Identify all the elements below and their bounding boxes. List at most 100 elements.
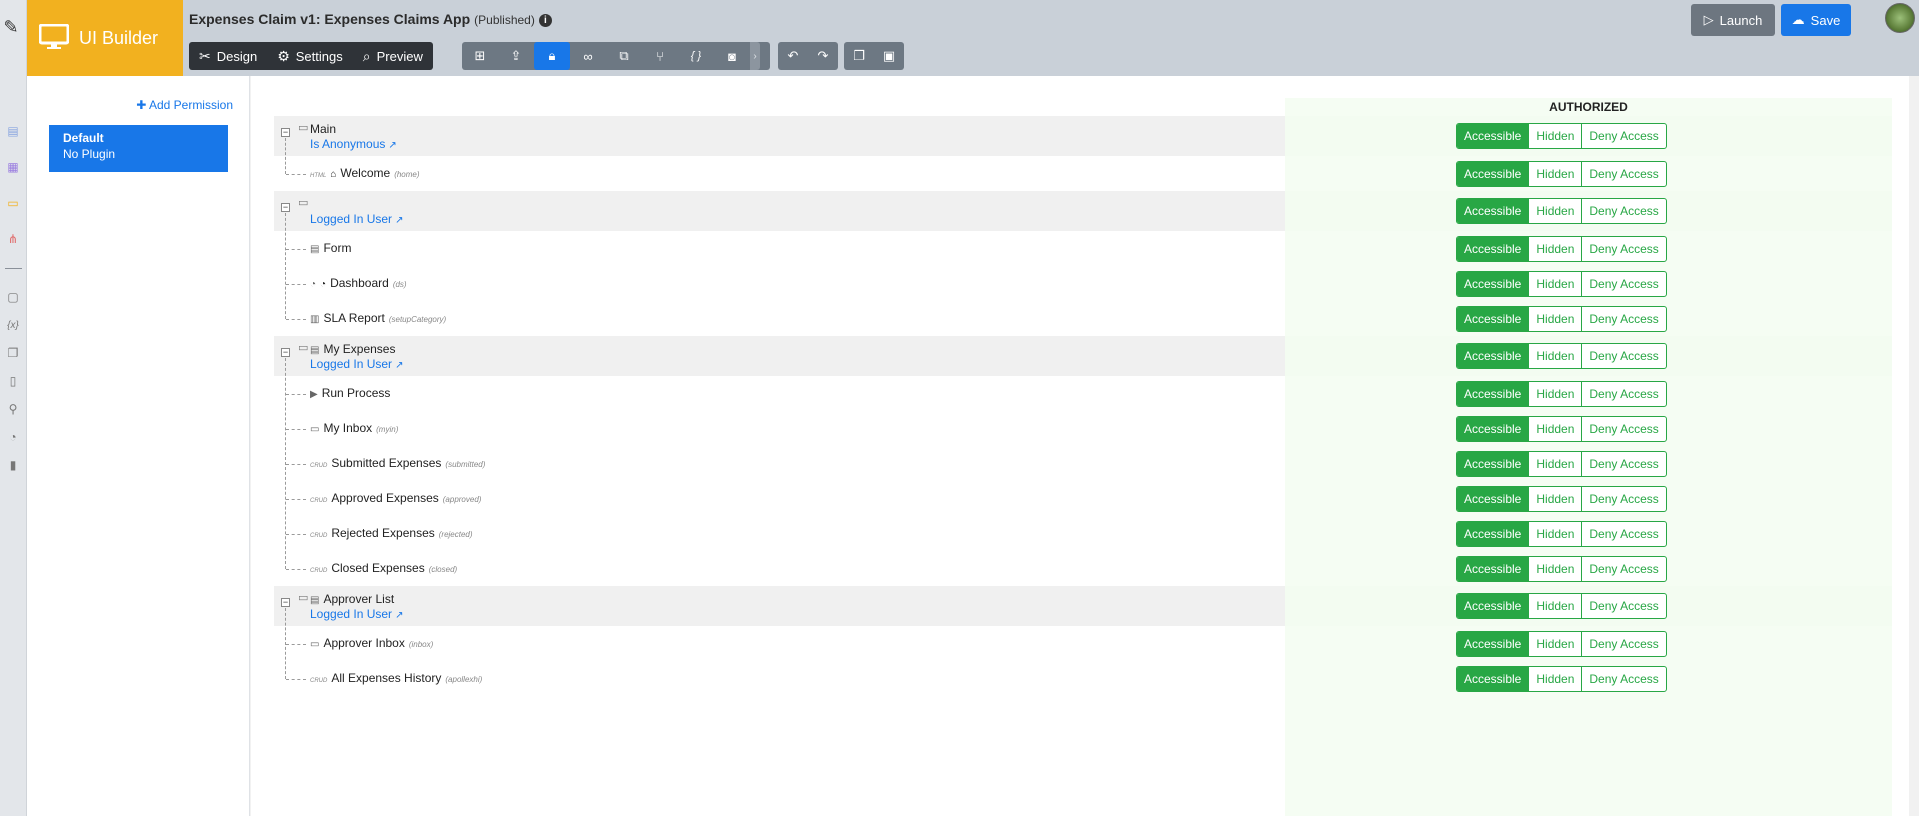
note-icon[interactable]: ▢: [6, 290, 20, 304]
save-button[interactable]: ☁ Save: [1781, 4, 1851, 36]
design-button[interactable]: ✂ Design: [189, 42, 267, 70]
camera-icon[interactable]: ◙: [714, 42, 750, 70]
collapse-icon[interactable]: −: [281, 128, 290, 137]
option-hidden[interactable]: Hidden: [1528, 124, 1581, 148]
page-icon[interactable]: ▤: [6, 124, 20, 138]
variable-icon[interactable]: {x}: [6, 318, 20, 332]
menu-item-row[interactable]: CRUD Closed Expenses (closed) Accessible Hid…: [274, 551, 1892, 586]
menu-item-row[interactable]: ▥ SLA Report (setupCategory) Accessible Hidd…: [274, 301, 1892, 336]
menu-item-row[interactable]: ◔ ◔ Dashboard (ds) Accessible Hidden Deny Acce…: [274, 266, 1892, 301]
menu-row[interactable]: − ▭ Logged In User ↗ Accessible Hidden Deny Ac…: [274, 191, 1892, 231]
option-deny-access[interactable]: Deny Access: [1581, 451, 1665, 476]
chevron-right-icon[interactable]: ›: [750, 42, 760, 70]
option-accessible[interactable]: Accessible: [1457, 521, 1529, 546]
permission-item-default[interactable]: Default No Plugin: [49, 125, 228, 172]
menu-item-row[interactable]: CRUD Approved Expenses (approved) Accessibl…: [274, 481, 1892, 516]
option-accessible[interactable]: Accessible: [1457, 236, 1529, 261]
option-deny-access[interactable]: Deny Access: [1581, 556, 1665, 581]
option-hidden[interactable]: Hidden: [1528, 666, 1581, 691]
option-accessible[interactable]: Accessible: [1457, 631, 1529, 656]
option-hidden[interactable]: Hidden: [1528, 451, 1581, 476]
option-hidden[interactable]: Hidden: [1528, 521, 1581, 546]
option-accessible[interactable]: Accessible: [1457, 344, 1529, 368]
undo-icon[interactable]: ↶: [778, 42, 808, 70]
translate-icon[interactable]: ⧉: [606, 42, 642, 70]
option-hidden[interactable]: Hidden: [1528, 631, 1581, 656]
collapse-icon[interactable]: −: [281, 348, 290, 357]
collapse-icon[interactable]: −: [281, 203, 290, 212]
option-accessible[interactable]: Accessible: [1457, 451, 1529, 476]
edit-icon[interactable]: ✎: [3, 17, 18, 37]
preview-button[interactable]: ⌕ Preview: [353, 42, 433, 70]
option-accessible[interactable]: Accessible: [1457, 199, 1529, 223]
book-icon[interactable]: ▮: [6, 458, 20, 472]
option-deny-access[interactable]: Deny Access: [1581, 236, 1665, 261]
permission-link[interactable]: Logged In User ↗: [310, 357, 403, 371]
option-accessible[interactable]: Accessible: [1457, 124, 1529, 148]
option-hidden[interactable]: Hidden: [1528, 199, 1581, 223]
permission-link[interactable]: Logged In User ↗: [310, 607, 403, 621]
option-hidden[interactable]: Hidden: [1528, 594, 1581, 618]
avatar[interactable]: [1885, 3, 1915, 33]
option-hidden[interactable]: Hidden: [1528, 556, 1581, 581]
launch-button[interactable]: ▷ Launch: [1691, 4, 1775, 36]
menu-item-row[interactable]: CRUD All Expenses History (apollexhi) Acces…: [274, 661, 1892, 696]
option-accessible[interactable]: Accessible: [1457, 306, 1529, 331]
option-hidden[interactable]: Hidden: [1528, 161, 1581, 186]
option-accessible[interactable]: Accessible: [1457, 666, 1529, 691]
option-deny-access[interactable]: Deny Access: [1581, 521, 1665, 546]
menu-item-row[interactable]: HTML ⌂ Welcome (home) Accessible Hidden Deny A…: [274, 156, 1892, 191]
gauge-icon[interactable]: ◔: [6, 430, 20, 444]
option-hidden[interactable]: Hidden: [1528, 486, 1581, 511]
option-hidden[interactable]: Hidden: [1528, 236, 1581, 261]
option-accessible[interactable]: Accessible: [1457, 486, 1529, 511]
braces-icon[interactable]: { }: [678, 42, 714, 70]
permission-link[interactable]: Is Anonymous ↗: [310, 137, 397, 151]
menu-item-row[interactable]: ▶ Run Process Accessible Hidden Deny Access: [274, 376, 1892, 411]
menu-row[interactable]: − ▭ Main Is Anonymous ↗ Accessible Hidden Deny …: [274, 116, 1892, 156]
option-deny-access[interactable]: Deny Access: [1581, 486, 1665, 511]
option-hidden[interactable]: Hidden: [1528, 381, 1581, 406]
scrollbar[interactable]: [1909, 76, 1919, 816]
option-accessible[interactable]: Accessible: [1457, 556, 1529, 581]
redo-icon[interactable]: ↷: [808, 42, 838, 70]
option-hidden[interactable]: Hidden: [1528, 344, 1581, 368]
option-deny-access[interactable]: Deny Access: [1581, 594, 1665, 618]
option-deny-access[interactable]: Deny Access: [1581, 344, 1665, 368]
menu-item-row[interactable]: CRUD Submitted Expenses (submitted) Accessi…: [274, 446, 1892, 481]
option-deny-access[interactable]: Deny Access: [1581, 381, 1665, 406]
option-deny-access[interactable]: Deny Access: [1581, 199, 1665, 223]
table-icon[interactable]: ▦: [6, 160, 20, 174]
info-icon[interactable]: i: [538, 14, 552, 27]
monitor-icon[interactable]: ▭: [6, 196, 20, 210]
add-permission-link[interactable]: ✚ Add Permission: [136, 98, 233, 112]
menu-row[interactable]: − ▭ ▤ My Expenses Logged In User ↗ Accessible H…: [274, 336, 1892, 376]
option-accessible[interactable]: Accessible: [1457, 161, 1529, 186]
menu-item-row[interactable]: ▭ Approver Inbox (inbox) Accessible Hidden De…: [274, 626, 1892, 661]
option-accessible[interactable]: Accessible: [1457, 594, 1529, 618]
menu-item-row[interactable]: ▭ My Inbox (myin) Accessible Hidden Deny Acce…: [274, 411, 1892, 446]
option-deny-access[interactable]: Deny Access: [1581, 631, 1665, 656]
sitemap-icon[interactable]: ⊞: [462, 42, 498, 70]
option-deny-access[interactable]: Deny Access: [1581, 416, 1665, 441]
menu-row[interactable]: − ▭ ▤ Approver List Logged In User ↗ Accessibl…: [274, 586, 1892, 626]
copy-icon[interactable]: ❐: [6, 346, 20, 360]
export-icon[interactable]: ⇪: [498, 42, 534, 70]
option-deny-access[interactable]: Deny Access: [1581, 306, 1665, 331]
paste-icon[interactable]: ▣: [874, 42, 904, 70]
option-deny-access[interactable]: Deny Access: [1581, 161, 1665, 186]
option-hidden[interactable]: Hidden: [1528, 416, 1581, 441]
option-accessible[interactable]: Accessible: [1457, 271, 1529, 296]
option-deny-access[interactable]: Deny Access: [1581, 271, 1665, 296]
option-accessible[interactable]: Accessible: [1457, 416, 1529, 441]
option-deny-access[interactable]: Deny Access: [1581, 666, 1665, 691]
menu-item-row[interactable]: CRUD Rejected Expenses (rejected) Accessibl…: [274, 516, 1892, 551]
option-deny-access[interactable]: Deny Access: [1581, 124, 1665, 148]
document-icon[interactable]: ▯: [6, 374, 20, 388]
option-hidden[interactable]: Hidden: [1528, 271, 1581, 296]
binoculars-icon[interactable]: ∞: [570, 42, 606, 70]
menu-item-row[interactable]: ▤ Form Accessible Hidden Deny Access: [274, 231, 1892, 266]
process-icon[interactable]: ⋔: [6, 232, 20, 246]
lock-icon[interactable]: 🔒︎: [534, 42, 570, 70]
option-hidden[interactable]: Hidden: [1528, 306, 1581, 331]
